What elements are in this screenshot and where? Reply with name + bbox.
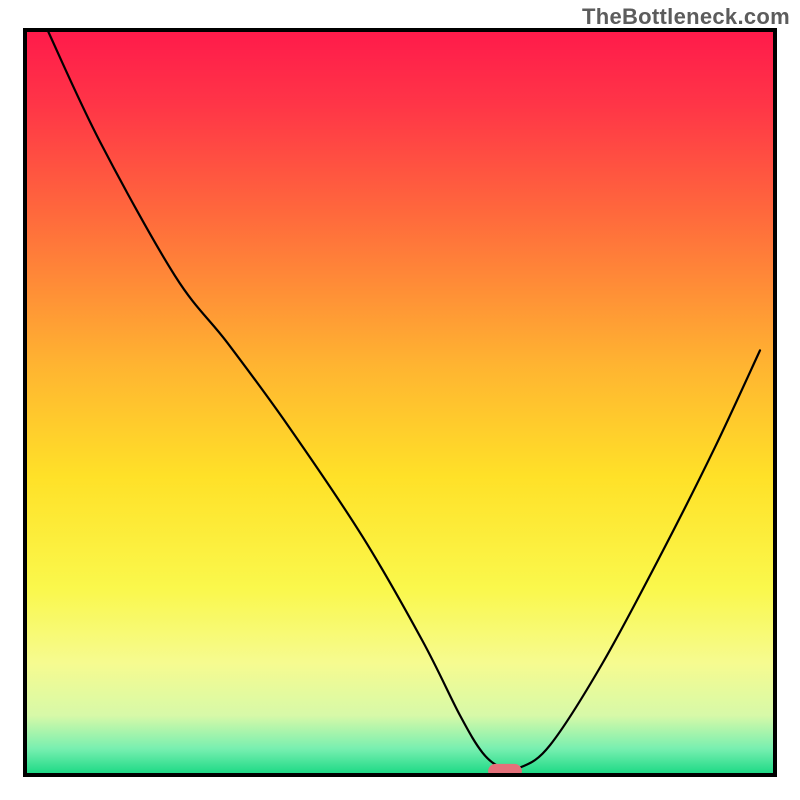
gradient-background — [25, 30, 775, 775]
watermark-text: TheBottleneck.com — [582, 4, 790, 30]
chart-svg — [0, 0, 800, 800]
chart-container: TheBottleneck.com — [0, 0, 800, 800]
